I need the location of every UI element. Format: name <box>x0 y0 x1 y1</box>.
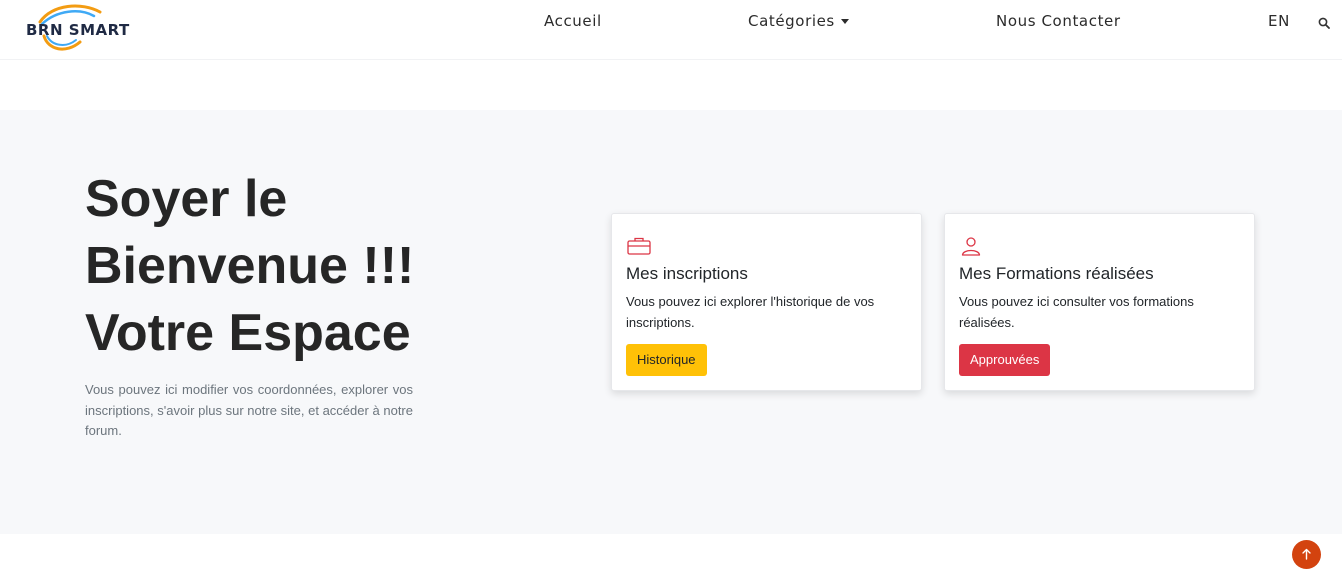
card-title: Mes Formations réalisées <box>959 264 1154 283</box>
nav-categories-label: Catégories <box>748 12 835 30</box>
scroll-to-top-button[interactable] <box>1292 540 1321 569</box>
language-switch[interactable]: EN <box>1268 12 1290 30</box>
briefcase-icon <box>626 235 652 257</box>
nav-categories[interactable]: Catégories <box>748 12 849 30</box>
welcome-section: Soyer le Bienvenue !!! Votre Espace Vous… <box>0 110 1342 534</box>
user-icon <box>959 235 985 257</box>
historique-button[interactable]: Historique <box>626 344 707 376</box>
title-line: Votre Espace <box>85 304 411 362</box>
card-inscriptions: Mes inscriptions Vous pouvez ici explore… <box>611 213 922 391</box>
card-formations: Mes Formations réalisées Vous pouvez ici… <box>944 213 1255 391</box>
title-line: Bienvenue !!! <box>85 237 415 295</box>
welcome-description: Vous pouvez ici modifier vos coordonnées… <box>85 382 413 438</box>
search-icon[interactable] <box>1318 16 1332 30</box>
logo-text: BRN SMART <box>26 21 130 39</box>
page-title: Soyer le Bienvenue !!! Votre Espace <box>85 166 485 367</box>
site-header: BRN SMART Accueil Catégories Nous Contac… <box>0 0 1342 60</box>
card-title: Mes inscriptions <box>626 264 748 283</box>
chevron-down-icon <box>840 19 849 24</box>
title-line: Soyer le <box>85 170 288 228</box>
nav-home[interactable]: Accueil <box>544 12 602 30</box>
approuvees-button[interactable]: Approuvées <box>959 344 1051 376</box>
arrow-up-icon <box>1302 548 1311 560</box>
nav-contact[interactable]: Nous Contacter <box>996 12 1121 30</box>
card-text: Vous pouvez ici explorer l'historique de… <box>626 294 875 330</box>
brand-logo[interactable]: BRN SMART <box>22 2 154 56</box>
card-text: Vous pouvez ici consulter vos formations… <box>959 294 1194 330</box>
